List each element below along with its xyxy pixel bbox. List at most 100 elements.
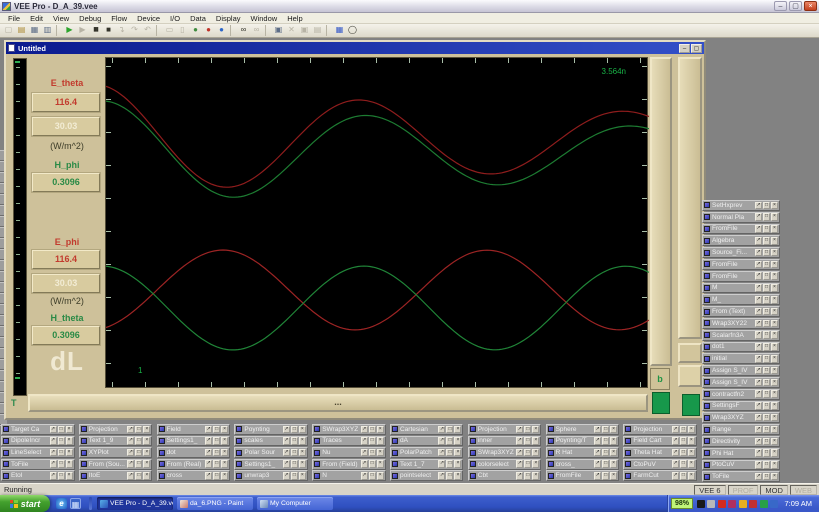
minimized-object[interactable]: FromFile ↗ □ × bbox=[702, 224, 780, 235]
object-restore-button[interactable]: ↗ bbox=[516, 449, 523, 457]
io-monitor-button[interactable]: ● bbox=[202, 24, 215, 37]
object-maximize-button[interactable]: □ bbox=[680, 472, 687, 480]
object-maximize-button[interactable]: □ bbox=[135, 426, 142, 434]
object-maximize-button[interactable]: □ bbox=[369, 472, 376, 480]
object-close-button[interactable]: × bbox=[66, 472, 73, 480]
browser-quicklaunch-icon[interactable]: e bbox=[56, 498, 67, 509]
object-maximize-button[interactable]: □ bbox=[763, 202, 770, 210]
object-maximize-button[interactable]: □ bbox=[213, 460, 220, 468]
untitled-titlebar[interactable]: Untitled – ▢ bbox=[6, 42, 704, 54]
object-close-button[interactable]: × bbox=[771, 461, 778, 469]
object-maximize-button[interactable]: □ bbox=[680, 449, 687, 457]
minimized-object[interactable]: Wrap3XY22 ↗ □ × bbox=[702, 318, 780, 329]
menu-data[interactable]: Data bbox=[185, 14, 211, 23]
object-close-button[interactable]: × bbox=[771, 331, 778, 339]
object-restore-button[interactable]: ↗ bbox=[755, 402, 762, 410]
object-close-button[interactable]: × bbox=[688, 449, 695, 457]
step-into-button[interactable]: ↴ bbox=[115, 24, 128, 37]
object-restore-button[interactable]: ↗ bbox=[755, 473, 762, 481]
menu-io[interactable]: I/O bbox=[165, 14, 185, 23]
tray-icon[interactable] bbox=[739, 500, 747, 508]
object-maximize-button[interactable]: □ bbox=[58, 449, 65, 457]
object-maximize-button[interactable]: □ bbox=[602, 460, 609, 468]
object-restore-button[interactable]: ↗ bbox=[755, 272, 762, 280]
untitled-minimize-button[interactable]: – bbox=[679, 44, 690, 53]
object-maximize-button[interactable]: □ bbox=[291, 437, 298, 445]
minimized-object[interactable]: LineSelect ↗ □ × bbox=[1, 447, 75, 458]
object-close-button[interactable]: × bbox=[771, 438, 778, 446]
object-close-button[interactable]: × bbox=[532, 472, 539, 480]
object-restore-button[interactable]: ↗ bbox=[755, 284, 762, 292]
minimized-object[interactable]: XYPlot ↗ □ × bbox=[79, 447, 153, 458]
object-maximize-button[interactable]: □ bbox=[135, 437, 142, 445]
object-restore-button[interactable]: ↗ bbox=[283, 449, 290, 457]
minimized-object[interactable]: ToFile ↗ □ × bbox=[702, 471, 780, 482]
object-restore-button[interactable]: ↗ bbox=[516, 460, 523, 468]
minimized-object[interactable]: FromFile ↗ □ × bbox=[546, 470, 620, 481]
object-restore-button[interactable]: ↗ bbox=[50, 426, 57, 434]
object-maximize-button[interactable]: □ bbox=[291, 449, 298, 457]
object-maximize-button[interactable]: □ bbox=[763, 449, 770, 457]
minimized-object[interactable]: dA ↗ □ × bbox=[390, 436, 464, 447]
minimized-object[interactable]: Text 1_7 ↗ □ × bbox=[390, 459, 464, 470]
h-theta-value-box[interactable]: 0.3096 bbox=[32, 326, 100, 345]
object-maximize-button[interactable]: □ bbox=[524, 460, 531, 468]
tray-icon[interactable] bbox=[718, 500, 726, 508]
e-phi-value-box[interactable]: 116.4 bbox=[32, 250, 100, 269]
object-maximize-button[interactable]: □ bbox=[763, 296, 770, 304]
step-over-button[interactable]: ↷ bbox=[128, 24, 141, 37]
task-button-vee-pro[interactable]: VEE Pro - D_A_39.vee bbox=[97, 497, 173, 510]
step-out-button[interactable]: ↶ bbox=[141, 24, 154, 37]
object-close-button[interactable]: × bbox=[610, 426, 617, 434]
object-restore-button[interactable]: ↗ bbox=[755, 426, 762, 434]
minimized-object[interactable]: Phi Hat ↗ □ × bbox=[702, 448, 780, 459]
object-restore-button[interactable]: ↗ bbox=[50, 437, 57, 445]
object-maximize-button[interactable]: □ bbox=[763, 237, 770, 245]
object-restore-button[interactable]: ↗ bbox=[361, 460, 368, 468]
object-close-button[interactable]: × bbox=[771, 379, 778, 387]
restore-button[interactable]: ▢ bbox=[789, 1, 802, 11]
print-button[interactable]: ▥ bbox=[41, 24, 54, 37]
object-maximize-button[interactable]: □ bbox=[446, 472, 453, 480]
object-restore-button[interactable]: ↗ bbox=[516, 472, 523, 480]
object-close-button[interactable]: × bbox=[299, 437, 306, 445]
object-restore-button[interactable]: ↗ bbox=[755, 367, 762, 375]
waveform-plot[interactable]: 3.564n 1 bbox=[105, 57, 648, 388]
object-restore-button[interactable]: ↗ bbox=[283, 460, 290, 468]
object-restore-button[interactable]: ↗ bbox=[438, 426, 445, 434]
menu-window[interactable]: Window bbox=[246, 14, 283, 23]
scroll-box-2[interactable] bbox=[678, 365, 702, 387]
object-close-button[interactable]: × bbox=[454, 426, 461, 434]
minimized-object[interactable]: dot ↗ □ × bbox=[157, 447, 231, 458]
menu-flow[interactable]: Flow bbox=[106, 14, 132, 23]
minimized-object[interactable]: Poynting/T ↗ □ × bbox=[546, 436, 620, 447]
instrument-manager-button[interactable]: ● bbox=[189, 24, 202, 37]
object-restore-button[interactable]: ↗ bbox=[755, 237, 762, 245]
task-button-my-computer[interactable]: My Computer bbox=[257, 497, 333, 510]
minimized-object[interactable]: CtoPuV ↗ □ × bbox=[623, 459, 697, 470]
object-close-button[interactable]: × bbox=[454, 460, 461, 468]
object-close-button[interactable]: × bbox=[377, 472, 384, 480]
minimized-object[interactable]: Scalarfn3A ↗ □ × bbox=[702, 330, 780, 341]
object-restore-button[interactable]: ↗ bbox=[438, 472, 445, 480]
object-close-button[interactable]: × bbox=[771, 449, 778, 457]
minimized-object[interactable]: Sphere ↗ □ × bbox=[546, 424, 620, 435]
minimized-object[interactable]: cross_ ↗ □ × bbox=[546, 459, 620, 470]
object-maximize-button[interactable]: □ bbox=[602, 472, 609, 480]
green-button-2[interactable] bbox=[682, 394, 700, 416]
minimized-object[interactable]: M_ ↗ □ × bbox=[702, 294, 780, 305]
object-close-button[interactable]: × bbox=[532, 426, 539, 434]
object-close-button[interactable]: × bbox=[143, 460, 150, 468]
object-maximize-button[interactable]: □ bbox=[763, 461, 770, 469]
power-value-box-2[interactable]: 30.03 bbox=[32, 274, 100, 293]
minimized-object[interactable]: Range ↗ □ × bbox=[702, 424, 780, 435]
menu-edit[interactable]: Edit bbox=[25, 14, 48, 23]
object-maximize-button[interactable]: □ bbox=[58, 426, 65, 434]
object-maximize-button[interactable]: □ bbox=[446, 449, 453, 457]
clear-data-button[interactable]: ▭ bbox=[163, 24, 176, 37]
minimized-object[interactable]: PolarPatch ↗ □ × bbox=[390, 447, 464, 458]
power-button[interactable]: ◯ bbox=[346, 24, 359, 37]
object-maximize-button[interactable]: □ bbox=[763, 320, 770, 328]
object-maximize-button[interactable]: □ bbox=[763, 331, 770, 339]
minimized-object[interactable]: Projection ↗ □ × bbox=[623, 424, 697, 435]
